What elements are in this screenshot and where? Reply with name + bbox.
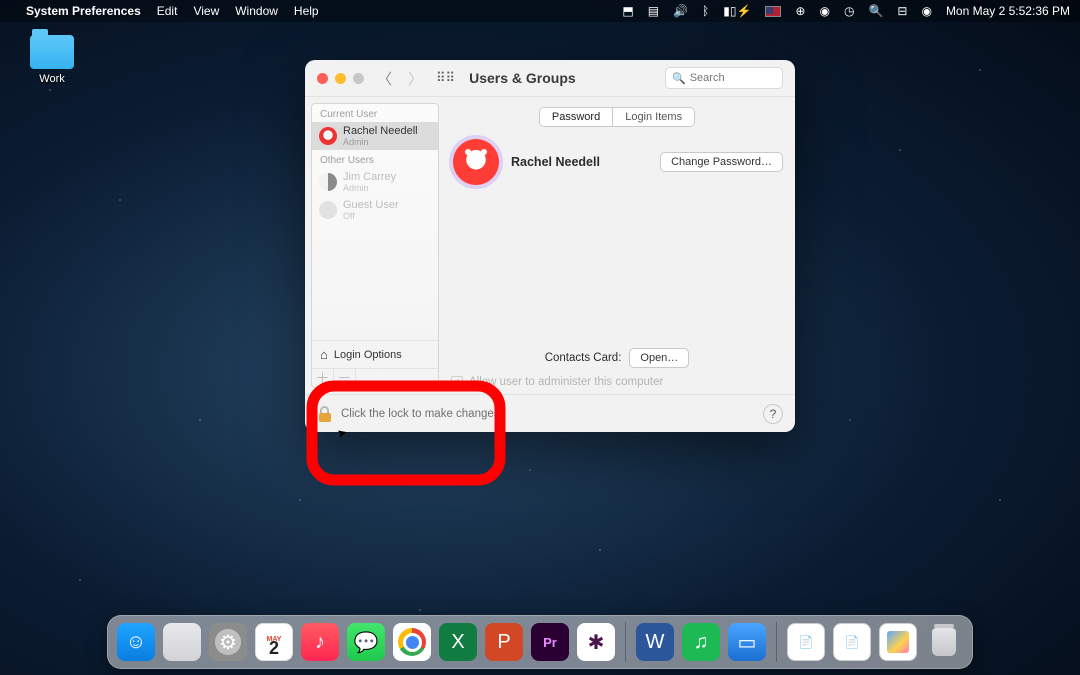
input-source-flag-icon[interactable] [765,6,781,17]
dock-app-chrome[interactable] [393,623,431,661]
dock-app-messages[interactable]: 💬 [347,623,385,661]
dock: ☺ ⚙ MAY 2 ♪ 💬 X P Pr ✱ W ♫ ▭ 📄 📄 [107,615,973,669]
contacts-card-label: Contacts Card: [545,352,622,364]
search-icon: 🔍 [672,72,686,85]
dock-app-remote-desktop[interactable]: ▭ [728,623,766,661]
save-to-disk-icon[interactable]: ▤ [648,4,659,18]
sidebar-user-role: Admin [343,183,396,193]
lock-icon[interactable]: ➤ [317,406,333,422]
spotlight-icon[interactable]: 🔍 [868,4,883,18]
change-password-button[interactable]: Change Password… [660,152,783,172]
open-contacts-button[interactable]: Open… [629,348,689,368]
search-input[interactable] [690,72,776,84]
menubar-view[interactable]: View [193,4,219,18]
annotation-highlight [308,440,504,486]
sidebar-user-current[interactable]: Rachel Needell Admin [312,122,438,150]
sidebar-head-current: Current User [312,104,438,122]
folder-icon [30,35,74,69]
users-sidebar: Current User Rachel Needell Admin Other … [311,103,439,388]
sidebar-user-role: Admin [343,137,418,147]
user-display-name: Rachel Needell [511,155,600,169]
search-field[interactable]: 🔍 [665,67,783,89]
sidebar-user-jim[interactable]: Jim Carrey Admin [312,168,438,196]
back-button[interactable]: 〈 [374,68,395,89]
sidebar-user-name: Jim Carrey [343,171,396,183]
dock-app-word[interactable]: W [636,623,674,661]
admin-checkbox-label: Allow user to administer this computer [469,376,663,388]
dock-app-calendar[interactable]: MAY 2 [255,623,293,661]
volume-icon[interactable]: 🔊 [673,4,688,18]
wifi-icon[interactable]: ⊕ [795,4,805,18]
help-button[interactable]: ? [763,404,783,424]
window-title: Users & Groups [469,70,576,86]
login-options-label: Login Options [334,349,402,361]
dropbox-icon[interactable]: ⬒ [622,4,633,18]
dock-app-finder[interactable]: ☺ [117,623,155,661]
user-detail-panel: Password Login Items Rachel Needell Chan… [439,97,795,394]
sidebar-user-name: Guest User [343,199,399,211]
zoom-button[interactable] [353,73,364,84]
sidebar-user-role: Off [343,211,399,221]
avatar-icon [319,127,337,145]
bluetooth-icon[interactable]: ᛒ [702,4,709,18]
tab-login-items[interactable]: Login Items [612,108,694,126]
home-icon: ⌂ [320,347,328,362]
avatar-icon [319,173,337,191]
menubar: System Preferences Edit View Window Help… [0,0,1080,22]
desktop-folder-label: Work [22,73,82,85]
trash-icon [932,628,956,656]
tab-segmented-control: Password Login Items [539,107,695,127]
lock-hint-text: Click the lock to make changes. [341,408,503,420]
cursor-icon: ➤ [335,424,348,440]
desktop-folder-work[interactable]: Work [22,35,82,85]
window-titlebar[interactable]: 〈 〉 ⠿⠿ Users & Groups 🔍 [305,60,795,96]
menubar-app-name[interactable]: System Preferences [26,4,141,18]
dock-separator [776,622,777,662]
dock-app-excel[interactable]: X [439,623,477,661]
dock-app-slack[interactable]: ✱ [577,623,615,661]
dock-app-powerpoint[interactable]: P [485,623,523,661]
menubar-help[interactable]: Help [294,4,319,18]
window-footer: ➤ Click the lock to make changes. ? [305,394,795,432]
siri-icon[interactable]: ◉ [921,4,931,18]
forward-button: 〉 [405,68,426,89]
dock-trash[interactable] [925,623,963,661]
sidebar-user-guest[interactable]: Guest User Off [312,196,438,224]
desktop-background: System Preferences Edit View Window Help… [0,0,1080,675]
dock-app-spotify[interactable]: ♫ [682,623,720,661]
window-traffic-lights [317,73,364,84]
user-avatar[interactable] [453,139,499,185]
sidebar-head-other: Other Users [312,150,438,168]
avatar-icon [319,201,337,219]
sidebar-user-name: Rachel Needell [343,125,418,137]
dock-app-settings[interactable]: ⚙ [209,623,247,661]
menubar-clock[interactable]: Mon May 2 5:52:36 PM [946,4,1070,18]
dock-app-music[interactable]: ♪ [301,623,339,661]
close-button[interactable] [317,73,328,84]
user-icon[interactable]: ◉ [819,4,829,18]
menubar-window[interactable]: Window [235,4,278,18]
tab-password[interactable]: Password [540,108,612,126]
dock-app-premiere[interactable]: Pr [531,623,569,661]
login-options-row[interactable]: ⌂ Login Options [312,340,438,368]
menubar-edit[interactable]: Edit [157,4,178,18]
minimize-button[interactable] [335,73,346,84]
battery-icon[interactable]: ▮▯⚡ [723,4,751,18]
dock-doc-2[interactable]: 📄 [833,623,871,661]
dock-app-launchpad[interactable] [163,623,201,661]
system-preferences-window: 〈 〉 ⠿⠿ Users & Groups 🔍 Current User Rac… [305,60,795,432]
calendar-day: 2 [269,644,279,653]
dock-separator [625,622,626,662]
dock-doc-1[interactable]: 📄 [787,623,825,661]
clock-icon[interactable]: ◷ [844,4,854,18]
control-center-icon[interactable]: ⊟ [897,4,907,18]
show-all-icon[interactable]: ⠿⠿ [436,70,455,86]
dock-app-preview[interactable] [879,623,917,661]
